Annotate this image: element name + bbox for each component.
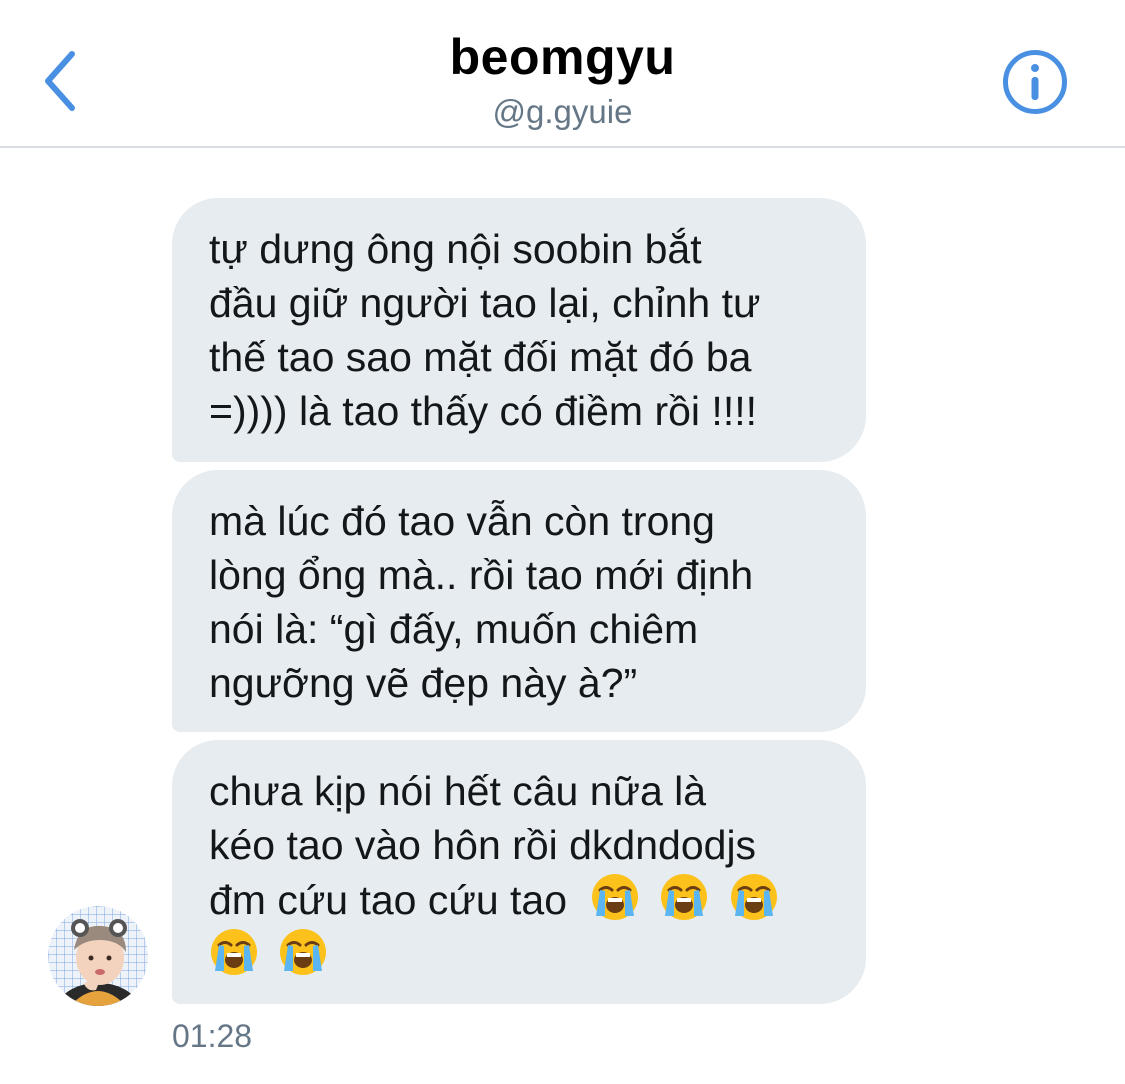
message-line: nói là: “gì đấy, muốn chiêm (209, 606, 699, 652)
message-bubble[interactable]: mà lúc đó tao vẫn còn trong lòng ổng mà.… (172, 470, 866, 732)
loudly-crying-face-icon (591, 874, 638, 920)
message-text: đm cứu tao cứu tao (209, 877, 568, 923)
conversation-title: beomgyu (449, 29, 676, 85)
loudly-crying-face-icon (280, 929, 327, 975)
message-line: kéo tao vào hôn rồi dkdndodjs (209, 822, 757, 868)
message-bubble[interactable]: tự dưng ông nội soobin bắt đầu giữ người… (172, 198, 866, 462)
info-button[interactable] (1002, 49, 1068, 115)
loudly-crying-face-icon (211, 929, 257, 975)
avatar-image (48, 906, 148, 1006)
message-line: lòng ổng mà.. rồi tao mới định (209, 552, 754, 598)
conversation-header: beomgyu @g.gyuie (0, 0, 1125, 148)
info-icon (1003, 50, 1067, 114)
message-timestamp: 01:28 (172, 1018, 253, 1054)
message-bubble[interactable]: chưa kịp nói hết câu nữa là kéo tao vào … (172, 740, 866, 1004)
avatar[interactable] (48, 906, 148, 1006)
message-line: đầu giữ người tao lại, chỉnh tư (209, 280, 761, 326)
message-line: chưa kịp nói hết câu nữa là (209, 768, 707, 814)
conversation-handle: @g.gyuie (492, 93, 633, 130)
message-line: =)))) là tao thấy có điềm rồi !!!! (209, 388, 757, 434)
message-line: mà lúc đó tao vẫn còn trong (209, 498, 715, 544)
loudly-crying-face-icon (661, 874, 708, 920)
loudly-crying-face-icon (730, 874, 777, 920)
message-line: thế tao sao mặt đối mặt đó ba (209, 334, 752, 380)
message-line: ngưỡng vẽ đẹp này à?” (209, 660, 638, 706)
emoji-line (209, 927, 836, 982)
message-line: tự dưng ông nội soobin bắt (209, 226, 702, 272)
message-line-with-emoji: đm cứu tao cứu tao (209, 872, 836, 927)
